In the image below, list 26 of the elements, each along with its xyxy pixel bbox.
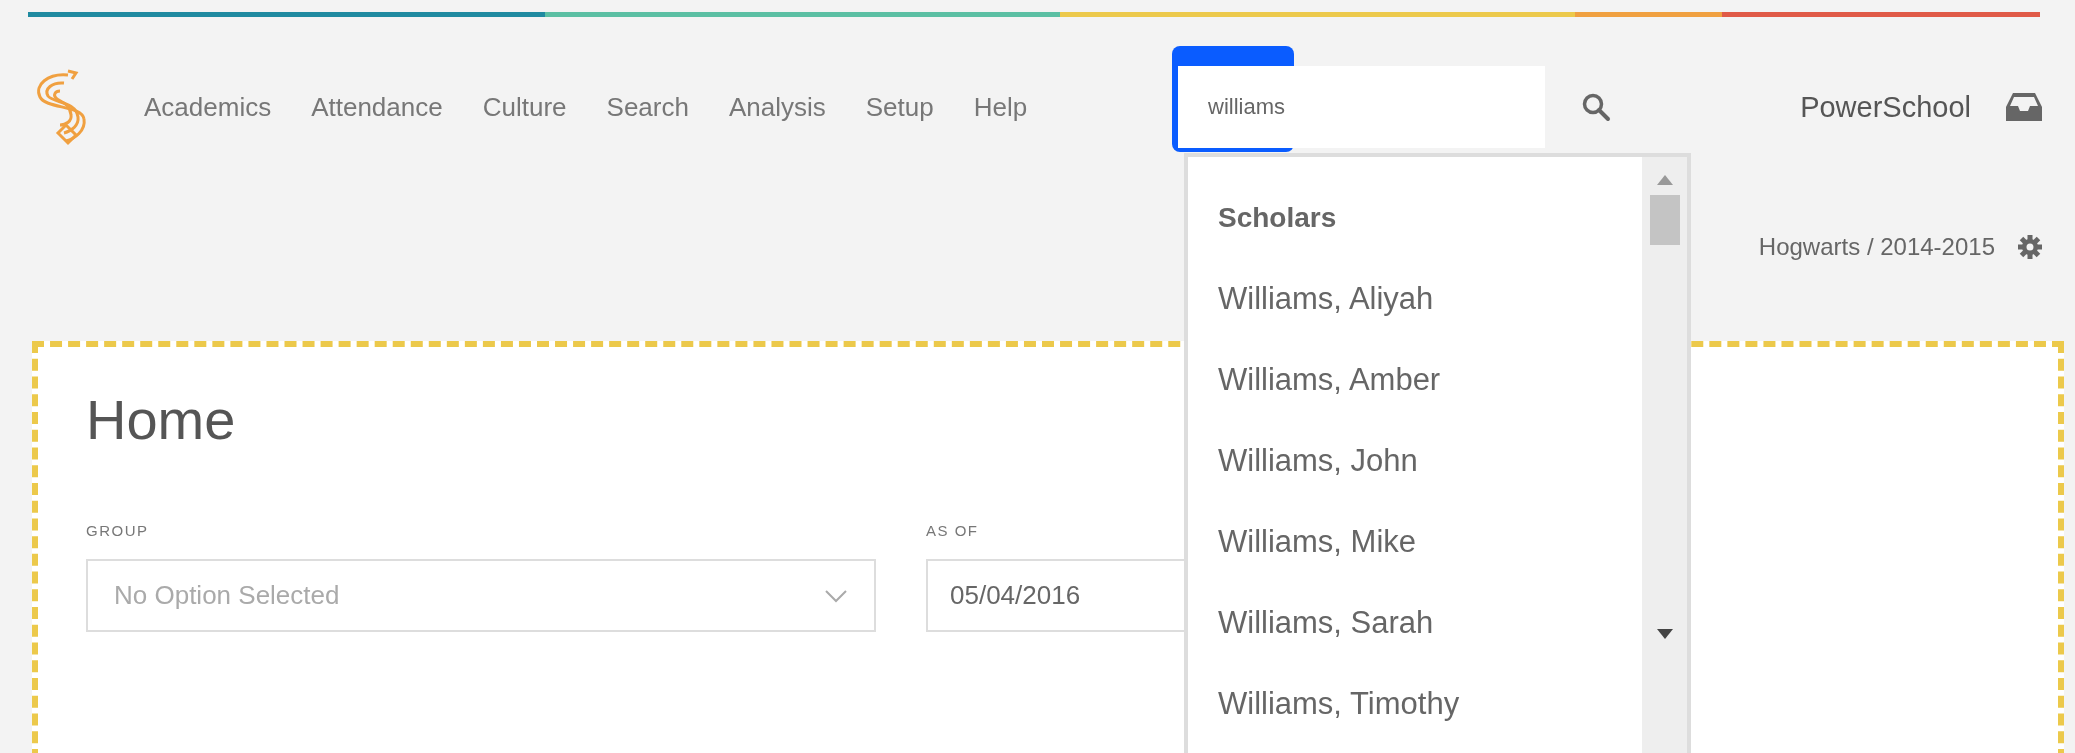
scroll-thumb[interactable] [1649, 195, 1680, 245]
chevron-down-icon [824, 588, 848, 603]
results-heading: Scholars [1218, 200, 1337, 235]
field-label: AS OF [926, 522, 979, 539]
page-title: Home [86, 387, 237, 452]
nav-link[interactable]: Search [606, 91, 689, 123]
settings-icon[interactable] [2017, 234, 2043, 260]
school-year-label[interactable]: Hogwarts / 2014-2015 [1758, 233, 1995, 261]
nav-link[interactable]: Attendance [311, 91, 443, 123]
nav-link[interactable]: Culture [482, 91, 567, 123]
result-item[interactable]: Williams, Aliyah [1218, 280, 1434, 317]
nav-link[interactable]: Analysis [728, 91, 826, 123]
nav-link[interactable]: Setup [865, 91, 934, 123]
search-field[interactable]: williams [1178, 66, 1545, 148]
nav-link[interactable]: Academics [144, 91, 272, 123]
search-icon[interactable] [1581, 92, 1611, 122]
inbox-icon[interactable] [2005, 91, 2043, 123]
nav-link[interactable]: Help [973, 91, 1028, 123]
user-name[interactable]: PowerSchool [1800, 90, 1971, 124]
result-item[interactable]: Williams, Timothy [1218, 685, 1460, 722]
scroll-down-icon[interactable] [1656, 629, 1673, 639]
field-label: GROUP [86, 522, 149, 539]
result-item[interactable]: Williams, Mike [1218, 523, 1417, 560]
result-item[interactable]: Williams, John [1218, 442, 1418, 479]
result-item[interactable]: Williams, Amber [1218, 361, 1441, 398]
scrollbar[interactable] [1642, 157, 1687, 753]
